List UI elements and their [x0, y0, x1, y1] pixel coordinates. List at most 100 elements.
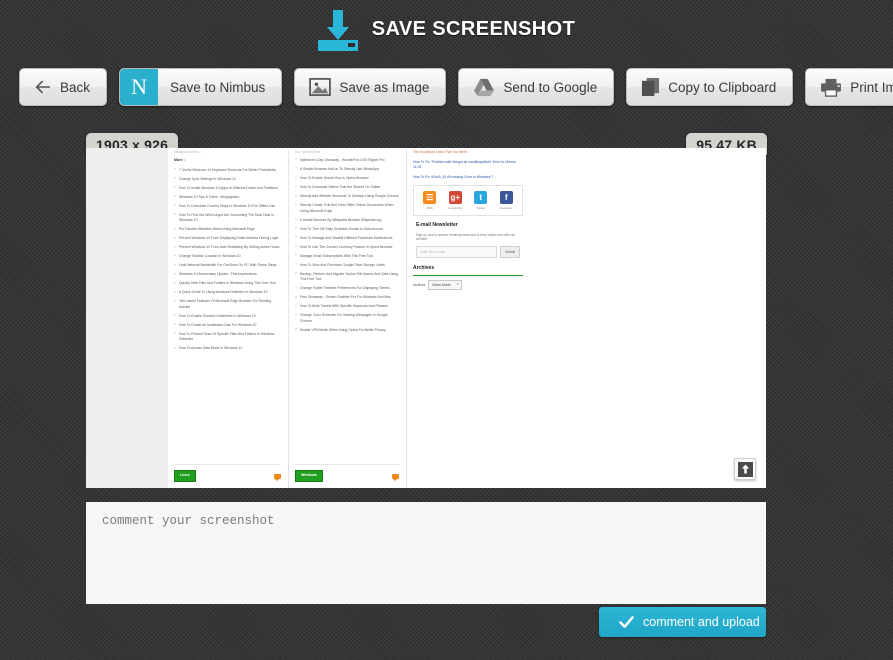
- rss-icon: ☲ RSS: [418, 191, 442, 210]
- back-button-label: Back: [60, 79, 91, 95]
- preview-category-badge: Linux: [174, 470, 196, 482]
- list-item: Windows 10 Anniversary Update : First Im…: [174, 272, 281, 278]
- list-item: Directly Add Website Shortcuts To Deskto…: [295, 194, 399, 200]
- preview-social-box: ☲ RSS g+ GooglePlus t Twitter f Facebook: [413, 185, 523, 216]
- list-item: Change Color Schemes For Viewing Webpage…: [295, 313, 399, 324]
- list-item: Enable VPN Mode When Using Opera For Bet…: [295, 327, 399, 333]
- action-toolbar: Back N Save to Nimbus Save as Image Send…: [19, 68, 893, 106]
- list-item: Valentine's Day Giveaway : WonderFox DVD…: [295, 157, 399, 163]
- list-item: 5 Useful Services By Wikipedia Besides W…: [295, 217, 399, 223]
- send-to-google-label: Send to Google: [503, 79, 598, 95]
- screenshot-preview[interactable]: background even... More : 7 Useful Windo…: [86, 148, 766, 488]
- google-plus-icon: g+ GooglePlus: [448, 191, 463, 211]
- list-item: Prevent Windows 10 From Displaying Email…: [174, 236, 281, 242]
- page-header: SAVE SCREENSHOT: [0, 0, 893, 55]
- google-drive-icon: [459, 78, 495, 97]
- list-item: How To Create An Installation Disk For W…: [174, 322, 281, 328]
- facebook-icon: f Facebook: [499, 191, 513, 211]
- print-image-button[interactable]: Print Image: [805, 68, 893, 106]
- list-item: Change Sync Settings In Windows 10: [174, 176, 281, 182]
- preview-faded-text: background even...: [174, 150, 202, 154]
- list-item: How To Enable Search Box In Opera Browse…: [295, 175, 399, 181]
- preview-faded-text-2: Any Torrent Client: [295, 150, 321, 154]
- list-item: Backup, Restore And Migrate Oculus Rift …: [295, 271, 399, 283]
- preview-category-row-2: Windows: [295, 464, 399, 482]
- preview-link-list-2: Valentine's Day Giveaway : WonderFox DVD…: [295, 157, 399, 333]
- print-image-label: Print Image: [850, 79, 893, 95]
- preview-newsletter-form: Enter Your E-mail Submit: [416, 246, 520, 259]
- list-item: How To Manage And Disable Different Face…: [295, 235, 399, 241]
- preview-more-heading: More :: [174, 157, 185, 162]
- preview-submit-button: Submit: [500, 246, 520, 259]
- download-to-tray-icon: [317, 8, 358, 52]
- preview-column-2: Any Torrent Client Valentine's Day Givea…: [289, 150, 407, 488]
- preview-captured-page: background even... More : 7 Useful Windo…: [168, 148, 730, 488]
- save-to-nimbus-button[interactable]: N Save to Nimbus: [119, 68, 283, 106]
- list-item: Pin Favorite Websites When Using Microso…: [174, 227, 281, 233]
- preview-newsletter-title: E-mail Newsletter: [416, 221, 458, 228]
- comment-bubble-icon-2: [392, 473, 399, 481]
- check-icon: [619, 615, 634, 629]
- list-item: How To Download Country Maps In Windows …: [174, 203, 281, 209]
- preview-sidebar-links: The Download Links That You Need How To F…: [413, 150, 523, 180]
- list-item: How To Prevent Scan Of Specific Files An…: [174, 331, 281, 343]
- list-item: How To Install Windows 10 Apps In Differ…: [174, 185, 281, 191]
- arrow-up-icon: [737, 461, 753, 477]
- preview-archives-row: Archives Select Month: [413, 280, 523, 291]
- list-item: 7 Useful Windows 10 Keyboard Shortcuts F…: [174, 167, 281, 173]
- list-item: How To Mute Tweets With Specific Keyword…: [295, 304, 399, 310]
- screenshot-preview-image: background even... More : 7 Useful Windo…: [86, 148, 766, 488]
- list-item: How To Find Out Which Apps Are Consuming…: [174, 212, 281, 224]
- list-item: How To Enable Shortcut Underlines In Win…: [174, 313, 281, 319]
- list-item: Free Giveaway : Screen Grabber Pro For W…: [295, 295, 399, 301]
- preview-right-gutter: [730, 148, 766, 488]
- send-to-google-button[interactable]: Send to Google: [458, 68, 615, 106]
- preview-email-field: Enter Your E-mail: [416, 246, 498, 259]
- list-item: Two Useful Features Of Microsoft Edge Br…: [174, 299, 281, 310]
- list-item: Change Twitter Timeline Preferences For …: [295, 286, 399, 292]
- save-as-image-button[interactable]: Save as Image: [294, 68, 447, 106]
- preview-category-badge-2: Windows: [295, 470, 323, 482]
- list-item: Manage Email Subscriptions With This Fre…: [295, 253, 399, 259]
- list-item: A Quick Guide To Using Windows Defender …: [174, 290, 281, 296]
- preview-sidebar-link: How To Fix "Problem with MergeList /var/…: [413, 160, 516, 170]
- image-icon: [295, 78, 332, 96]
- copy-to-clipboard-label: Copy to Clipboard: [668, 79, 777, 95]
- comment-bubble-icon: [274, 473, 281, 481]
- list-item: Windows 10 Tips & Tricks : Infographics: [174, 194, 281, 200]
- list-item: How To Access Safe Mode In Windows 10: [174, 346, 281, 352]
- list-item: A Simple Browser Add-on To Directly Use …: [295, 166, 399, 172]
- twitter-icon: t Twitter: [469, 191, 493, 210]
- preview-column-1: background even... More : 7 Useful Windo…: [168, 150, 289, 488]
- list-item: Prevent Windows 10 From Auto Restarting …: [174, 245, 281, 251]
- preview-left-gutter: [86, 148, 168, 488]
- preview-sidebar-link: How To Fix 'd3dx9_43.dll missing' Error …: [413, 175, 494, 180]
- preview-archives-select: Select Month: [428, 280, 462, 291]
- scroll-to-top-button[interactable]: [734, 458, 756, 480]
- save-as-image-label: Save as Image: [339, 79, 430, 95]
- preview-column-3-sidebar: The Download Links That You Need How To F…: [407, 150, 530, 488]
- comment-and-upload-button[interactable]: comment and upload: [599, 607, 766, 637]
- preview-category-row-1: Linux: [174, 464, 281, 482]
- arrow-left-icon: [20, 78, 52, 96]
- comment-and-upload-label: comment and upload: [643, 615, 760, 629]
- nimbus-n-logo-icon: N: [120, 69, 159, 105]
- list-item: How To Use The Convert Currency Feature …: [295, 244, 399, 250]
- printer-icon: [806, 78, 842, 97]
- copy-stack-icon: [627, 77, 660, 97]
- comment-input[interactable]: [86, 502, 766, 604]
- list-item: Change Taskbar Location In Windows 10: [174, 254, 281, 260]
- preview-newsletter-sub: Sign up now to receive breaking news and…: [416, 232, 516, 242]
- page-title: SAVE SCREENSHOT: [371, 18, 576, 40]
- list-item: Directly Create, Edit And View Office On…: [295, 203, 399, 214]
- back-button[interactable]: Back: [19, 68, 108, 106]
- preview-archives-title: Archives: [413, 265, 523, 277]
- list-item: How To Download Videos That Are Shared O…: [295, 185, 399, 191]
- copy-to-clipboard-button[interactable]: Copy to Clipboard: [626, 68, 794, 106]
- list-item: Quickly Hide Files And Folders In Window…: [174, 281, 281, 287]
- list-item: Limit Network Bandwidth For OneDrive On …: [174, 263, 281, 269]
- list-item: How To Turn Off Daily Schedule Emails In…: [295, 226, 399, 232]
- preview-link-list-1: 7 Useful Windows 10 Keyboard Shortcuts F…: [174, 167, 281, 352]
- save-to-nimbus-label: Save to Nimbus: [170, 79, 266, 95]
- preview-social-row: ☲ RSS g+ GooglePlus t Twitter f Facebook: [417, 191, 519, 210]
